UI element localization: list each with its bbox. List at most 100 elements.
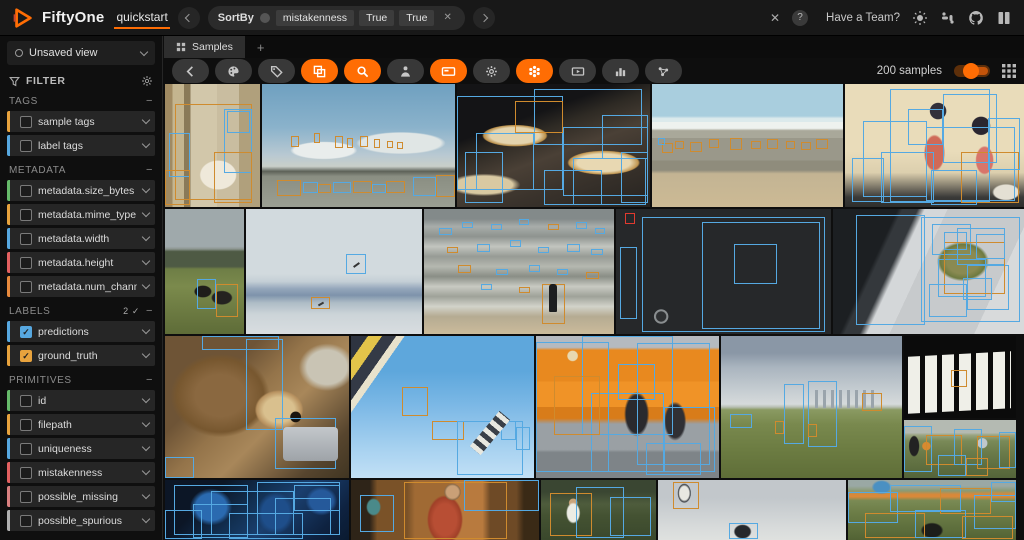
chevron-down-icon[interactable] (141, 394, 151, 404)
sample-hazy-sky-birds[interactable] (246, 209, 422, 334)
sample-gray-sky-kite[interactable] (658, 480, 846, 540)
tab-samples[interactable]: Samples (164, 36, 245, 58)
field-row-metadata-num-channels[interactable]: metadata.num_channels (7, 276, 155, 297)
sample-field-industrial[interactable] (721, 336, 902, 478)
grid-size-icon[interactable] (1002, 64, 1016, 78)
filter-chip[interactable]: mistakenness (275, 9, 355, 26)
chevron-down-icon[interactable] (141, 349, 151, 359)
sample-garden-person[interactable] (541, 480, 656, 540)
filter-chip[interactable]: True (359, 9, 395, 26)
section-collapse-icon[interactable]: − (146, 95, 153, 107)
tag-button[interactable] (258, 59, 295, 83)
grid-zoom-slider[interactable] (954, 63, 990, 79)
field-checkbox[interactable] (20, 418, 32, 431)
chevron-down-icon[interactable] (141, 115, 151, 125)
theme-toggle-icon[interactable] (912, 10, 928, 26)
chevron-down-icon[interactable] (141, 514, 151, 524)
sample-street-traffic-lights[interactable] (262, 84, 455, 207)
chevron-down-icon[interactable] (141, 139, 151, 149)
field-row-metadata-height[interactable]: metadata.height (7, 252, 155, 273)
field-checkbox[interactable] (20, 280, 32, 293)
section-collapse-icon[interactable]: − (146, 305, 153, 317)
sample-harley-lift-truck[interactable] (536, 336, 719, 478)
sample-interior-room[interactable] (165, 84, 260, 207)
have-a-team-link[interactable]: Have a Team? (826, 12, 900, 24)
field-row-ground-truth[interactable]: ✓ ground_truth (7, 345, 155, 366)
field-row-filepath[interactable]: filepath (7, 414, 155, 435)
view-stage-sortby[interactable]: SortBy mistakenness True True ✕ (207, 5, 465, 30)
sample-dog-closeup[interactable] (165, 336, 349, 478)
section-header-tags[interactable]: TAGS − (9, 95, 153, 107)
field-checkbox[interactable] (20, 256, 32, 269)
settings-button[interactable] (473, 59, 510, 83)
section-collapse-icon[interactable]: − (146, 374, 153, 386)
field-row-id[interactable]: id (7, 390, 155, 411)
field-checkbox[interactable]: ✓ (20, 325, 32, 338)
saved-view-selector[interactable]: Unsaved view (7, 41, 155, 65)
sidebar-settings-gear-icon[interactable] (141, 75, 153, 87)
embeddings-button[interactable] (645, 59, 682, 83)
video-button[interactable] (559, 59, 596, 83)
field-checkbox[interactable] (20, 490, 32, 503)
sample-two-children[interactable] (845, 84, 1024, 207)
sample-beach-surfers[interactable] (652, 84, 843, 207)
dataset-selector[interactable]: quickstart (114, 6, 170, 29)
chevron-down-icon[interactable] (141, 325, 151, 335)
sample-bakery-display[interactable] (457, 84, 650, 207)
field-checkbox[interactable] (20, 232, 32, 245)
field-checkbox[interactable] (20, 184, 32, 197)
field-checkbox[interactable] (20, 139, 32, 152)
clear-view-button[interactable]: ✕ (770, 11, 780, 25)
view-stage-prev-button[interactable] (177, 6, 200, 29)
field-row-metadata-mime-type[interactable]: metadata.mime_type (7, 204, 155, 225)
section-header-metadata[interactable]: METADATA − (9, 164, 153, 176)
field-row-predictions[interactable]: ✓ predictions (7, 321, 155, 342)
chevron-down-icon[interactable] (141, 208, 151, 218)
clustering-button[interactable] (516, 59, 553, 83)
sample-construction-yard[interactable] (904, 420, 1016, 478)
similarity-button[interactable] (387, 59, 424, 83)
field-checkbox[interactable] (20, 394, 32, 407)
field-checkbox[interactable] (20, 514, 32, 527)
chevron-down-icon[interactable] (141, 256, 151, 266)
field-row-possible-missing[interactable]: possible_missing (7, 486, 155, 507)
section-header-labels[interactable]: LABELS 2 ✓ − (9, 305, 153, 317)
field-row-possible-spurious[interactable]: possible_spurious (7, 510, 155, 531)
sample-park-structures[interactable] (848, 480, 1016, 540)
sample-red-suv[interactable] (616, 209, 831, 334)
section-header-primitives[interactable]: PRIMITIVES − (9, 374, 153, 386)
field-checkbox[interactable] (20, 466, 32, 479)
sample-man-red-shirt[interactable] (351, 480, 539, 540)
chevron-down-icon[interactable] (141, 232, 151, 242)
field-checkbox[interactable] (20, 442, 32, 455)
chevron-down-icon[interactable] (141, 280, 151, 290)
field-row-sample-tags[interactable]: sample tags (7, 111, 155, 132)
sample-food-plate[interactable] (833, 209, 1024, 334)
field-row-uniqueness[interactable]: uniqueness (7, 438, 155, 459)
github-icon[interactable] (968, 10, 984, 26)
field-row-metadata-width[interactable]: metadata.width (7, 228, 155, 249)
docs-icon[interactable] (996, 10, 1012, 26)
field-row-metadata-size-bytes[interactable]: metadata.size_bytes (7, 180, 155, 201)
chevron-down-icon[interactable] (141, 184, 151, 194)
add-space-button[interactable]: + (245, 36, 277, 58)
help-button[interactable]: ? (792, 9, 809, 26)
sample-stormy-sea-birds[interactable] (424, 209, 614, 334)
sample-cow-pasture[interactable] (165, 209, 244, 334)
browse-button[interactable] (344, 59, 381, 83)
field-row-mistakenness[interactable]: mistakenness (7, 462, 155, 483)
chevron-down-icon[interactable] (141, 442, 151, 452)
color-palette-button[interactable] (215, 59, 252, 83)
field-checkbox[interactable]: ✓ (20, 349, 32, 362)
sample-blue-sky-kite[interactable] (351, 336, 534, 478)
field-checkbox[interactable] (20, 115, 32, 128)
field-checkbox[interactable] (20, 208, 32, 221)
field-row-label-tags[interactable]: label tags (7, 135, 155, 156)
sample-dark-windows[interactable] (904, 336, 1016, 418)
patches-button[interactable] (301, 59, 338, 83)
tag-samples-button[interactable] (430, 59, 467, 83)
back-button[interactable] (172, 59, 209, 83)
filter-chip[interactable]: True (399, 9, 435, 26)
view-stage-next-button[interactable] (472, 6, 495, 29)
chevron-down-icon[interactable] (141, 418, 151, 428)
